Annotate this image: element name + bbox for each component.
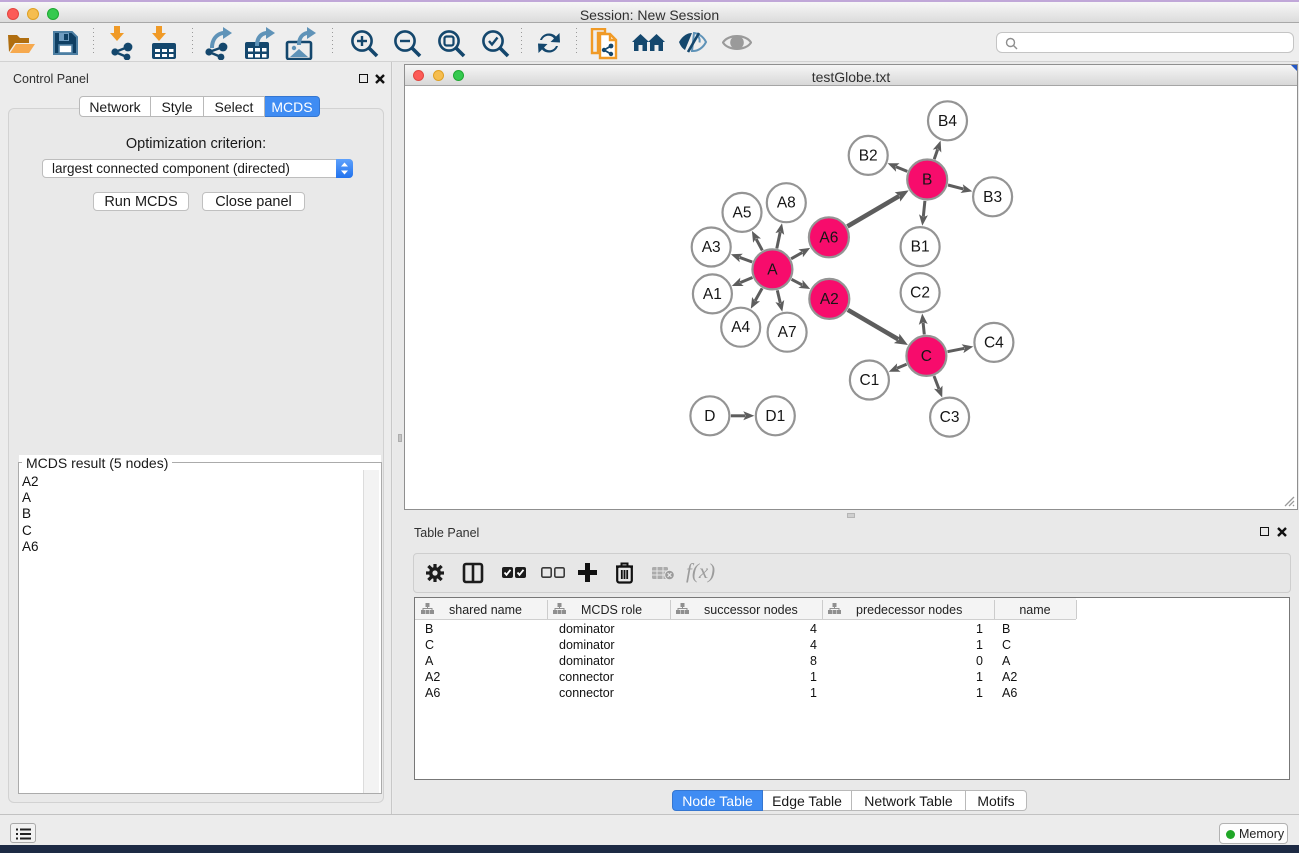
svg-text:A5: A5: [733, 204, 752, 221]
svg-text:B: B: [922, 172, 932, 189]
svg-text:D: D: [704, 408, 715, 425]
svg-text:A1: A1: [703, 286, 722, 303]
svg-text:A: A: [767, 261, 778, 278]
svg-text:C: C: [921, 348, 932, 365]
svg-text:C2: C2: [910, 285, 930, 302]
svg-text:B3: B3: [983, 189, 1002, 206]
svg-text:A4: A4: [731, 319, 750, 336]
svg-text:C4: C4: [984, 334, 1004, 351]
svg-text:C1: C1: [859, 372, 879, 389]
svg-text:A8: A8: [777, 195, 796, 212]
svg-text:A2: A2: [820, 291, 839, 308]
svg-text:B4: B4: [938, 113, 957, 130]
svg-text:D1: D1: [765, 408, 785, 425]
svg-text:A7: A7: [778, 324, 797, 341]
svg-text:C3: C3: [940, 409, 960, 426]
svg-text:A3: A3: [702, 239, 721, 256]
svg-text:A6: A6: [819, 229, 838, 246]
svg-text:B1: B1: [911, 239, 930, 256]
svg-text:B2: B2: [859, 147, 878, 164]
